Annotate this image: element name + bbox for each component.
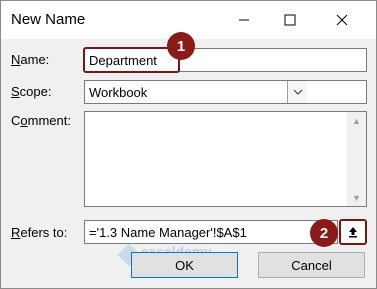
refers-to-value: ='1.3 Name Manager'!$A$1 [89,224,247,240]
step-badge-1: 1 [167,32,195,60]
comment-label-accesskey: o [20,113,28,128]
close-button[interactable] [319,1,365,39]
chevron-down-icon [293,89,302,95]
refers-to-input[interactable]: ='1.3 Name Manager'!$A$1 [84,220,338,244]
comment-scrollbar[interactable]: ▲ ▼ [347,112,366,206]
close-icon [336,14,348,26]
window-title: New Name [11,11,86,28]
step-badge-2: 2 [310,219,338,247]
scope-select[interactable]: Workbook [84,80,367,104]
collapse-dialog-button[interactable] [339,219,367,245]
minimize-button[interactable] [221,1,267,39]
scope-select-value: Workbook [89,84,148,100]
scope-label-accesskey: S [11,84,20,99]
cancel-button-label: Cancel [291,257,332,273]
comment-label-text: mment: [27,113,71,128]
scope-label: Scope: [11,84,51,99]
name-label-text: ame: [20,52,50,67]
scope-label-text: cope: [19,84,52,99]
maximize-button[interactable] [267,1,313,39]
refers-label-accesskey: R [11,225,21,240]
maximize-icon [284,14,296,26]
name-highlight-box [83,47,180,73]
name-label-accesskey: N [11,52,21,67]
scope-dropdown-button[interactable] [287,81,307,103]
ok-button[interactable]: OK [131,252,238,278]
scroll-down-icon[interactable]: ▼ [347,189,366,206]
comment-label: Comment: [11,113,71,128]
comment-textarea[interactable] [84,111,367,207]
collapse-dialog-icon [349,227,357,238]
refers-label-text: efers to: [20,225,68,240]
refers-to-label: Refers to: [11,225,67,240]
step-badge-1-number: 1 [176,37,186,55]
comment-label-prefix: C [11,113,21,128]
ok-button-label: OK [175,257,194,273]
name-label: Name: [11,52,49,67]
minimize-icon [239,19,249,21]
cancel-button[interactable]: Cancel [258,252,365,278]
new-name-dialog: New Name Name: Department Scope: Workboo… [0,0,377,289]
scroll-up-icon[interactable]: ▲ [347,112,366,129]
step-badge-2-number: 2 [319,224,329,242]
